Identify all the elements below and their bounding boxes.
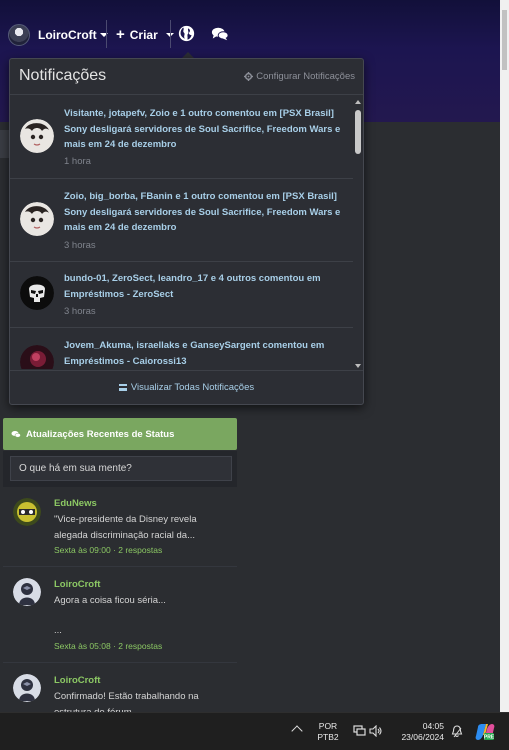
- notification-text: Jovem_Akuma, israellaks e GanseySargent …: [64, 340, 325, 367]
- avatar: [20, 119, 54, 153]
- feed-text: Confirmado! Estão trabalhando na estrutu…: [54, 691, 199, 712]
- avatar: [13, 578, 41, 606]
- notifications-list: Visitante, jotapefv, Zoio e 1 outro come…: [10, 96, 353, 369]
- chevron-up-icon[interactable]: [291, 725, 303, 737]
- gear-icon: [244, 72, 254, 81]
- view-all-notifications-link[interactable]: Visualizar Todas Notificações: [10, 370, 363, 404]
- username-label: LoiroCroft: [38, 26, 108, 44]
- notifications-dropdown: Notificações Configurar Notificações Vis…: [9, 58, 364, 405]
- configure-notifications-link[interactable]: Configurar Notificações: [244, 71, 355, 82]
- avatar: [20, 276, 54, 310]
- status-input-box: O que há em sua mente?: [3, 451, 237, 487]
- feed-text: ...: [54, 625, 62, 636]
- nav-divider: [106, 20, 107, 48]
- notification-text: Zoio, big_borba, FBanin e 1 outro coment…: [64, 191, 341, 233]
- notification-time: 3 horas: [64, 306, 96, 317]
- scroll-down-icon[interactable]: [355, 364, 361, 368]
- avatar: [20, 202, 54, 236]
- status-feed-item[interactable]: LoiroCroft Confirmado! Estão trabalhando…: [3, 664, 237, 712]
- bell-icon[interactable]: [451, 725, 463, 738]
- user-menu[interactable]: LoiroCroft: [8, 24, 108, 46]
- notification-time: 3 horas: [64, 240, 96, 251]
- volume-icon[interactable]: [369, 725, 382, 737]
- feed-username[interactable]: LoiroCroft: [54, 675, 100, 686]
- network-icon[interactable]: [353, 725, 366, 736]
- avatar: [13, 498, 41, 526]
- create-label: Criar: [129, 27, 158, 42]
- feed-text: "Vice-presidente da Disney revela alegad…: [54, 514, 197, 541]
- status-feed-item[interactable]: LoiroCroft Agora a coisa ficou séria... …: [3, 568, 237, 663]
- notification-time: 1 hora: [64, 156, 91, 167]
- feed-meta[interactable]: Sexta às 05:08 · 2 respostas: [54, 641, 162, 651]
- list-icon: [118, 384, 127, 391]
- scroll-thumb[interactable]: [502, 10, 507, 70]
- status-input[interactable]: O que há em sua mente?: [10, 456, 232, 481]
- nav-divider: [170, 20, 171, 48]
- plus-icon: +: [116, 26, 125, 43]
- avatar: [13, 674, 41, 702]
- create-menu[interactable]: + Criar: [116, 27, 174, 42]
- notifications-scrollbar[interactable]: [353, 98, 363, 370]
- windows-taskbar: POR PTB2 04:05 23/06/2024 PRE: [0, 712, 509, 750]
- notifications-header: Notificações Configurar Notificações: [10, 59, 363, 95]
- notification-item[interactable]: Zoio, big_borba, FBanin e 1 outro coment…: [10, 179, 353, 262]
- page-scrollbar[interactable]: [500, 0, 509, 712]
- feed-meta[interactable]: Sexta às 09:00 · 2 respostas: [54, 545, 162, 555]
- avatar: [20, 345, 54, 369]
- feed-username[interactable]: LoiroCroft: [54, 579, 100, 590]
- notification-item[interactable]: bundo-01, ZeroSect, leandro_17 e 4 outro…: [10, 262, 353, 328]
- notification-text: bundo-01, ZeroSect, leandro_17 e 4 outro…: [64, 273, 321, 300]
- sidebar-edge: [0, 130, 9, 158]
- globe-icon[interactable]: [178, 25, 195, 42]
- chat-icon[interactable]: [211, 26, 229, 42]
- notifications-title: Notificações: [19, 67, 107, 84]
- avatar: [8, 24, 30, 46]
- status-updates-header: Atualizações Recentes de Status: [3, 418, 237, 450]
- notification-item[interactable]: Visitante, jotapefv, Zoio e 1 outro come…: [10, 96, 353, 179]
- language-indicator[interactable]: POR PTB2: [314, 721, 342, 743]
- copilot-icon[interactable]: PRE: [475, 723, 495, 741]
- svg-text:PRE: PRE: [484, 735, 495, 741]
- chat-icon: [11, 430, 21, 437]
- feed-text: Agora a coisa ficou séria...: [54, 595, 166, 606]
- notification-text: Visitante, jotapefv, Zoio e 1 outro come…: [64, 108, 341, 150]
- scroll-up-icon[interactable]: [355, 100, 361, 104]
- notification-item[interactable]: Jovem_Akuma, israellaks e GanseySargent …: [10, 328, 353, 369]
- status-feed-item[interactable]: EduNews "Vice-presidente da Disney revel…: [3, 488, 237, 567]
- scroll-thumb[interactable]: [355, 110, 361, 154]
- feed-username[interactable]: EduNews: [54, 498, 97, 509]
- system-clock[interactable]: 04:05 23/06/2024: [396, 721, 444, 743]
